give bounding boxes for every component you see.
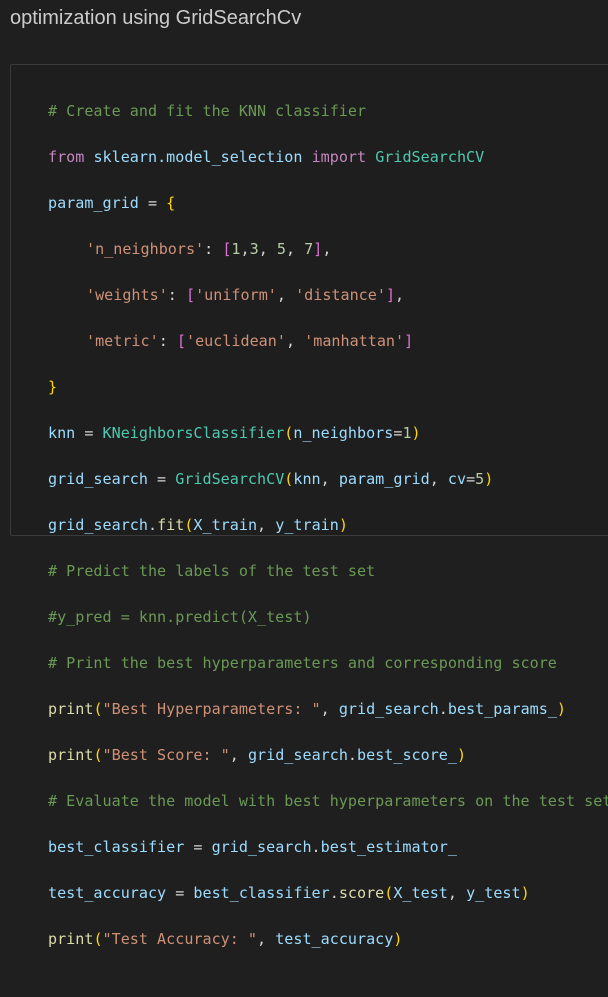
keyword-from: from — [48, 148, 85, 166]
code-line-3: param_grid = { — [48, 194, 176, 212]
code-line-5: 'weights': ['uniform', 'distance'], — [86, 286, 405, 304]
comment: # Print the best hyperparameters and cor… — [48, 654, 557, 672]
code-line-11: # Predict the labels of the test set — [48, 560, 608, 583]
code-line-7: } — [48, 376, 608, 399]
dict-key: 'metric' — [86, 332, 159, 350]
cell-heading: optimization using GridSearchCv — [10, 7, 302, 29]
open-brace: { — [166, 194, 176, 212]
imported-class: GridSearchCV — [375, 148, 485, 166]
comment: # Predict the labels of the test set — [48, 562, 376, 580]
dict-key: 'n_neighbors' — [86, 240, 205, 258]
comment: # Create and fit the KNN classifier — [48, 102, 367, 120]
comment: # Evaluate the model with best hyperpara… — [48, 792, 608, 810]
code-line-15: print("Best Score: ", grid_search.best_s… — [48, 746, 467, 764]
code-line-19: print("Test Accuracy: ", test_accuracy) — [48, 930, 403, 948]
code-line-18: test_accuracy = best_classifier.score(X_… — [48, 884, 530, 902]
code-line-16: # Evaluate the model with best hyperpara… — [48, 790, 608, 813]
code-block: # Create and fit the KNN classifier from… — [48, 77, 608, 997]
dict-key: 'weights' — [86, 286, 168, 304]
code-line-14: print("Best Hyperparameters: ", grid_sea… — [48, 700, 567, 718]
code-line-17: best_classifier = grid_search.best_estim… — [48, 838, 457, 856]
close-brace: } — [48, 378, 58, 396]
variable: param_grid — [48, 194, 139, 212]
code-line-10: grid_search.fit(X_train, y_train) — [48, 516, 348, 534]
module-name: sklearn.model_selection — [93, 148, 303, 166]
code-line-2: from sklearn.model_selection import Grid… — [48, 146, 608, 169]
code-line-6: 'metric': ['euclidean', 'manhattan'] — [86, 332, 414, 350]
keyword-import: import — [311, 148, 367, 166]
code-line-4: 'n_neighbors': [1,3, 5, 7], — [86, 240, 332, 258]
code-line-13: # Print the best hyperparameters and cor… — [48, 652, 608, 675]
code-line-9: grid_search = GridSearchCV(knn, param_gr… — [48, 470, 494, 488]
code-line-8: knn = KNeighborsClassifier(n_neighbors=1… — [48, 424, 421, 442]
code-line-1: # Create and fit the KNN classifier — [48, 100, 608, 123]
comment: #y_pred = knn.predict(X_test) — [48, 608, 312, 626]
code-line-12: #y_pred = knn.predict(X_test) — [48, 606, 608, 629]
code-cell-editor[interactable]: # Create and fit the KNN classifier from… — [10, 64, 608, 948]
